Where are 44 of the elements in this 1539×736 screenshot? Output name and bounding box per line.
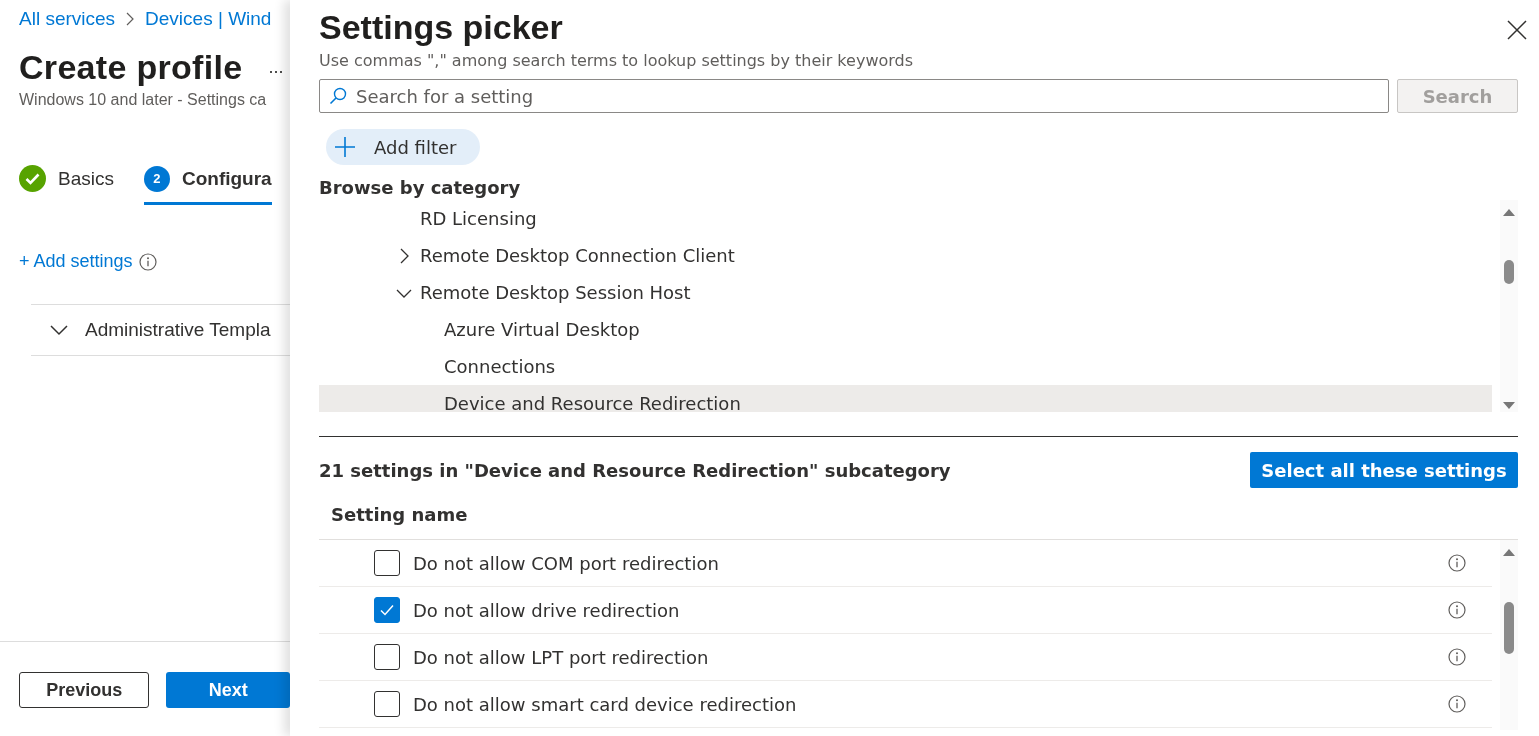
tree-item[interactable]: RD Licensing — [319, 200, 1492, 237]
setting-name: Do not allow LPT port redirection — [413, 646, 710, 668]
add-settings-link[interactable]: + Add settings — [19, 251, 133, 272]
wizard-step-tab[interactable]: 2 Configura — [143, 165, 272, 205]
panel-title: Settings picker — [319, 8, 563, 47]
tree-item[interactable]: Device and Resource Redirection — [319, 385, 1492, 412]
setting-name: Do not allow drive redirection — [413, 599, 681, 621]
setting-name: Do not allow COM port redirection — [413, 552, 720, 574]
setting-name: Do not allow smart card device redirection — [413, 693, 798, 715]
wizard-step-tab[interactable]: Basics — [19, 165, 114, 205]
info-icon[interactable] — [1448, 554, 1466, 572]
breadcrumb-link[interactable]: All services — [19, 8, 116, 30]
more-button[interactable]: ... — [268, 57, 284, 78]
tree-item[interactable]: Remote Desktop Session Host — [319, 274, 1492, 311]
section-title: Administrative Templa — [85, 319, 271, 341]
next-button[interactable]: Next — [166, 672, 290, 708]
section-heading: Browse by category — [319, 177, 522, 198]
info-icon[interactable] — [138, 252, 157, 271]
info-icon[interactable] — [1448, 648, 1466, 666]
check-circle-icon — [19, 165, 46, 192]
checkbox[interactable] — [374, 644, 400, 670]
checkbox[interactable] — [374, 550, 400, 576]
search-icon — [329, 87, 347, 105]
close-icon[interactable] — [1507, 20, 1527, 40]
tree-item[interactable]: Connections — [319, 348, 1492, 385]
plus-icon — [334, 136, 356, 158]
previous-button[interactable]: Previous — [19, 672, 150, 708]
select-all-button[interactable]: Select all these settings — [1250, 452, 1518, 488]
page-subtitle: Windows 10 and later - Settings ca — [19, 91, 268, 109]
info-icon[interactable] — [1448, 695, 1466, 713]
checkbox[interactable] — [374, 597, 400, 623]
breadcrumb-link[interactable]: Devices | Wind — [145, 8, 272, 30]
tree-item[interactable]: Azure Virtual Desktop — [319, 311, 1492, 348]
results-summary: 21 settings in "Device and Resource Redirection" subcategory — [319, 459, 951, 481]
chevron-right-icon — [125, 12, 136, 26]
step-number-badge: 2 — [143, 165, 170, 192]
column-header: Setting name — [319, 488, 1518, 540]
tree-item[interactable]: Remote Desktop Connection Client — [319, 237, 1492, 274]
section-header[interactable]: Administrative Templa — [31, 304, 290, 356]
add-filter-button[interactable]: Add filter — [326, 129, 481, 165]
checkbox[interactable] — [374, 691, 400, 717]
info-icon[interactable] — [1448, 601, 1466, 619]
panel-hint: Use commas "," among search terms to lookup settings by their keywords — [319, 51, 915, 70]
page-title: Create profile — [19, 48, 243, 87]
